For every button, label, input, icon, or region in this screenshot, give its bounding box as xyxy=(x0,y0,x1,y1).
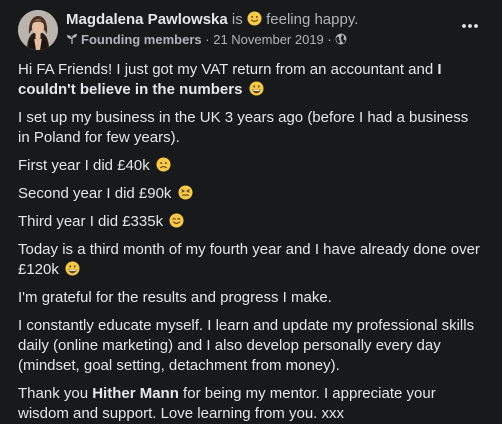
post-body: Hi FA Friends! I just got my VAT return … xyxy=(18,60,484,424)
bold-text: Hither Mann xyxy=(92,385,179,402)
meta-separator-2: · xyxy=(327,32,332,47)
globe-icon[interactable] xyxy=(335,32,347,45)
paragraph-text: Today is a third month of my fourth year… xyxy=(18,241,480,278)
post-paragraph: I'm grateful for the results and progres… xyxy=(18,288,484,308)
author-line: Magdalena Pawlowska is feeling happy. xyxy=(66,11,358,29)
post-paragraph: Hi FA Friends! I just got my VAT return … xyxy=(18,60,484,100)
ellipsis-icon xyxy=(456,16,484,36)
confounded-face-icon xyxy=(178,185,193,200)
post-paragraph: Second year I did £90k xyxy=(18,184,484,204)
post-card: Magdalena Pawlowska is feeling happy. Fo… xyxy=(0,0,502,422)
more-options-button[interactable] xyxy=(456,16,484,36)
paragraph-text: First year I did £40k xyxy=(18,157,150,174)
meta-separator: · xyxy=(205,32,210,47)
post-paragraph: I set up my business in the UK 3 years a… xyxy=(18,108,484,148)
post-header: Magdalena Pawlowska is feeling happy. Fo… xyxy=(18,10,484,56)
paragraph-text: Third year I did £335k xyxy=(18,213,164,230)
group-badge-label[interactable]: Founding members xyxy=(81,32,202,47)
paragraph-text: I constantly educate myself. I learn and… xyxy=(18,317,475,374)
post-paragraph: First year I did £40k xyxy=(18,156,484,176)
post-paragraph: Thank you Hither Mann for being my mento… xyxy=(18,384,484,424)
smiling-face-icon xyxy=(169,213,184,228)
paragraph-text: I set up my business in the UK 3 years a… xyxy=(18,109,469,146)
paragraph-text: I'm grateful for the results and progres… xyxy=(18,289,332,306)
post-meta: Founding members · 21 November 2019 · xyxy=(66,31,347,48)
status-text: feeling happy. xyxy=(266,11,359,28)
post-paragraph: Today is a third month of my fourth year… xyxy=(18,240,484,280)
post-date[interactable]: 21 November 2019 xyxy=(213,32,324,47)
paragraph-text: Hi FA Friends! I just got my VAT return … xyxy=(18,61,438,78)
post-paragraph: I constantly educate myself. I learn and… xyxy=(18,316,484,376)
slightly-smiling-face-icon xyxy=(247,11,262,26)
post-paragraph: Third year I did £335k xyxy=(18,212,484,232)
frowning-face-icon xyxy=(156,157,171,172)
sprout-icon xyxy=(66,32,78,44)
paragraph-text: Thank you xyxy=(18,385,93,402)
author-name[interactable]: Magdalena Pawlowska xyxy=(66,11,228,28)
grinning-face-icon xyxy=(249,81,264,96)
grinning-face-icon xyxy=(65,261,80,276)
paragraph-text: Second year I did £90k xyxy=(18,185,172,202)
status-prefix: is xyxy=(231,11,243,28)
author-avatar[interactable] xyxy=(18,10,58,50)
